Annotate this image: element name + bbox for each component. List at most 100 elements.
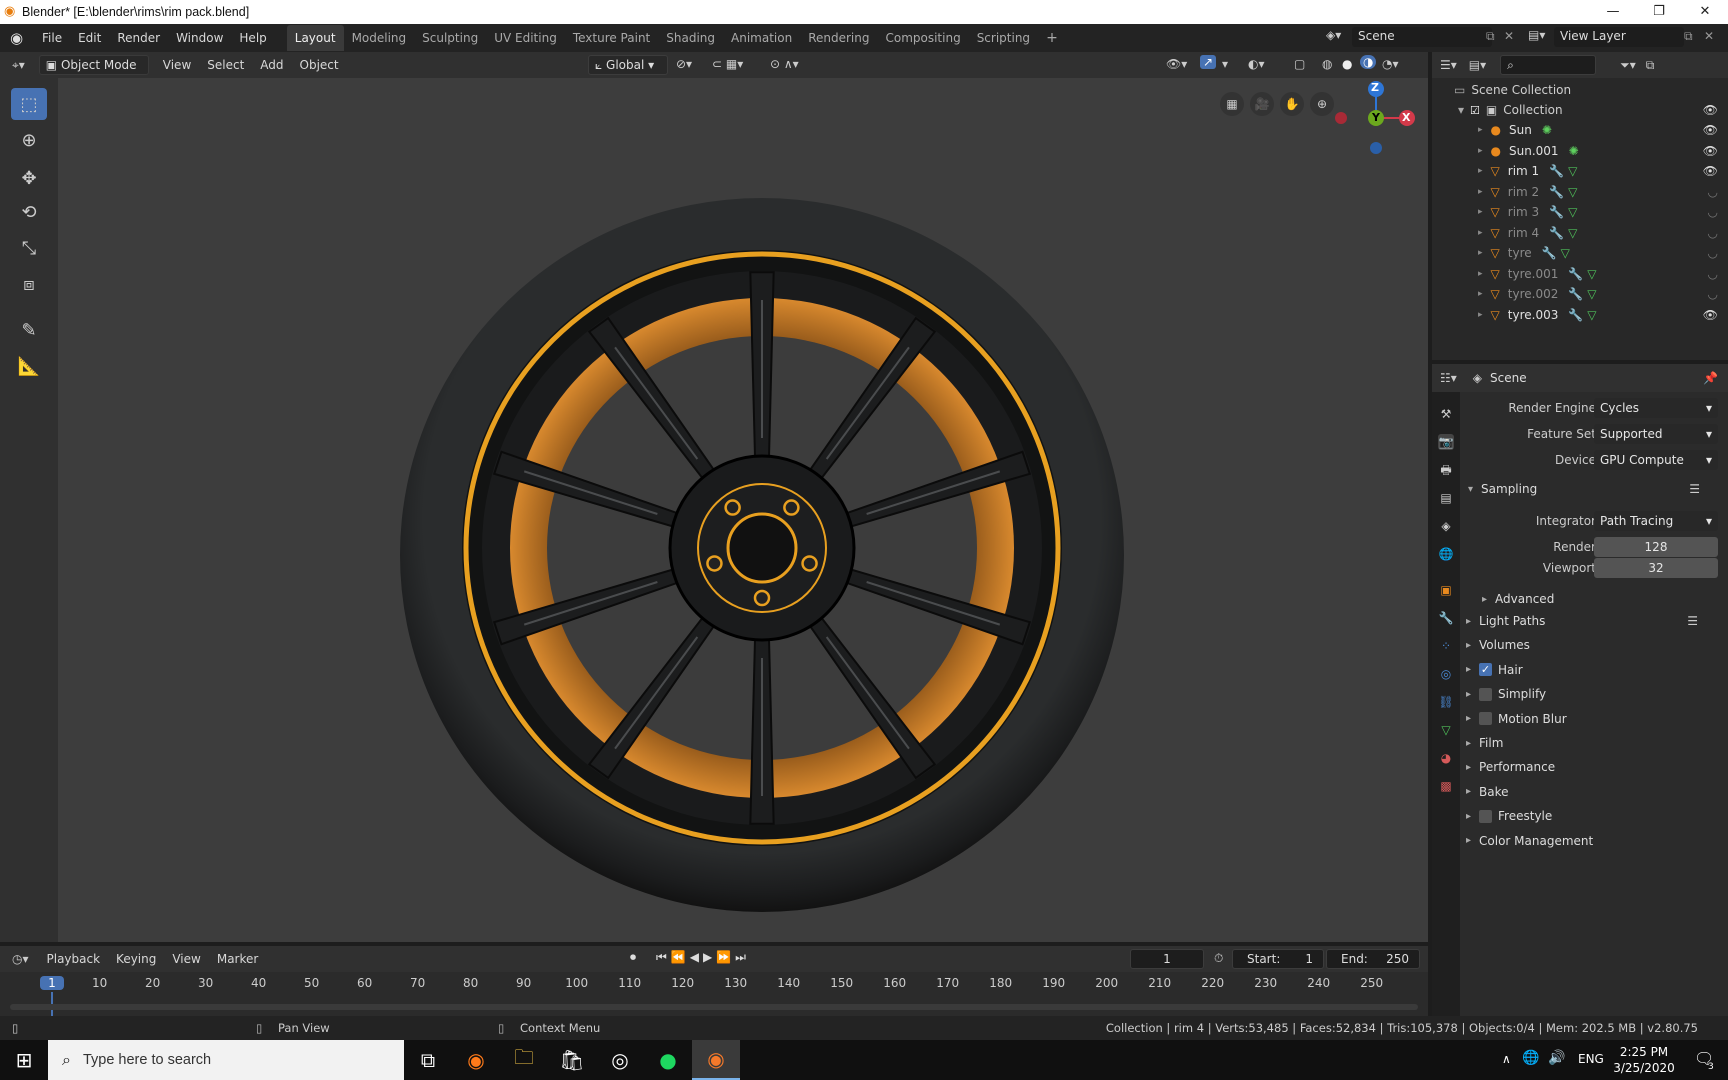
collapse-icon[interactable]: ▾ xyxy=(1458,103,1464,117)
outliner-search-input[interactable]: ⌕ xyxy=(1500,55,1597,75)
panel-light-paths[interactable]: ▸ Light Paths ☰ xyxy=(1466,614,1722,628)
advanced-subpanel[interactable]: ▸ Advanced xyxy=(1482,592,1554,606)
panel-film[interactable]: ▸ Film xyxy=(1466,736,1722,750)
menu-help[interactable]: Help xyxy=(231,25,274,51)
start-frame-field[interactable]: Start: 1 xyxy=(1232,949,1324,969)
timeline-editor-icon[interactable]: ◷▾ xyxy=(12,952,29,966)
outliner-item[interactable]: ▸ ● Sun.001 ✺ 👁 xyxy=(1432,141,1728,161)
annotate-tool-icon[interactable]: ✎ xyxy=(11,314,47,346)
feature-set-dropdown[interactable]: Supported ▾ xyxy=(1594,424,1718,444)
transform-tool-icon[interactable]: ⧈ xyxy=(11,268,47,300)
outliner-editor-icon[interactable]: ☰▾ xyxy=(1440,58,1457,72)
cursor-tool-icon[interactable]: ⊕ xyxy=(11,124,47,156)
menu-edit[interactable]: Edit xyxy=(70,25,109,51)
tab-rendering[interactable]: Rendering xyxy=(800,25,877,51)
data-tab-icon[interactable]: ▽ xyxy=(1438,722,1454,738)
taskbar-search[interactable]: ⌕ Type here to search xyxy=(48,1040,404,1080)
camera-view-icon[interactable]: 🎥 xyxy=(1250,92,1274,116)
remove-view-layer-icon[interactable]: ✕ xyxy=(1704,29,1714,43)
panel-checkbox[interactable]: ✓ xyxy=(1479,663,1493,677)
constraints-tab-icon[interactable]: ⛓ xyxy=(1438,694,1454,710)
solid-shading-icon[interactable]: ● xyxy=(1342,57,1352,71)
stopwatch-icon[interactable]: ⏱ xyxy=(1214,951,1223,966)
language-indicator[interactable]: ENG xyxy=(1578,1052,1604,1066)
outliner-item[interactable]: ▸ ▽ rim 2 🔧 ▽ ◡ xyxy=(1432,182,1728,202)
remove-scene-icon[interactable]: ✕ xyxy=(1504,29,1514,43)
expand-arrow-icon[interactable]: ▸ xyxy=(1478,289,1483,299)
expand-arrow-icon[interactable]: ▸ xyxy=(1478,187,1483,197)
minimize-button[interactable]: — xyxy=(1590,0,1636,24)
view-layer-tab-icon[interactable]: ▤ xyxy=(1438,490,1454,506)
rendered-shading-icon[interactable]: ◔▾ xyxy=(1382,57,1399,71)
add-workspace-button[interactable]: + xyxy=(1038,25,1066,51)
expand-arrow-icon[interactable]: ▸ xyxy=(1478,269,1483,279)
world-tab-icon[interactable]: 🌐 xyxy=(1438,546,1454,562)
grid-toggle-icon[interactable]: ▦ xyxy=(1220,92,1244,116)
properties-editor-icon[interactable]: ☷▾ xyxy=(1440,371,1457,385)
davinci-icon[interactable]: ◎ xyxy=(596,1040,644,1080)
outliner-item[interactable]: ▸ ▽ tyre.001 🔧 ▽ ◡ xyxy=(1432,264,1728,284)
timeline-menu-view[interactable]: View xyxy=(164,946,208,972)
new-collection-icon[interactable]: ⧉ xyxy=(1646,58,1655,73)
gizmo-dropdown-icon[interactable]: ▾ xyxy=(1222,57,1228,71)
close-button[interactable]: ✕ xyxy=(1682,0,1728,24)
tab-shading[interactable]: Shading xyxy=(658,25,723,51)
tray-chevron-icon[interactable]: ∧ xyxy=(1502,1052,1511,1066)
tab-texture-paint[interactable]: Texture Paint xyxy=(565,25,658,51)
eye-closed-icon[interactable]: ◡ xyxy=(1708,287,1718,301)
timeline-scrollbar[interactable] xyxy=(10,1004,1418,1010)
viewport-samples-field[interactable]: 32 xyxy=(1594,558,1718,578)
collection-checkbox-icon[interactable]: ☑ xyxy=(1470,104,1480,117)
rotate-tool-icon[interactable]: ⟲ xyxy=(11,196,47,228)
firefox-icon[interactable]: ◉ xyxy=(452,1040,500,1080)
blender-menu-icon[interactable]: ◉ xyxy=(10,29,30,47)
outliner-item[interactable]: ▸ ▽ rim 1 🔧 ▽ 👁 xyxy=(1432,161,1728,181)
playback-controls[interactable]: ⏮⏪◀▶⏩⏭ xyxy=(656,950,750,965)
pan-hand-icon[interactable]: ✋ xyxy=(1280,92,1304,116)
network-icon[interactable]: 🌐 xyxy=(1522,1050,1539,1066)
panel-performance[interactable]: ▸ Performance xyxy=(1466,760,1722,774)
outliner-scene-collection[interactable]: ▭ Scene Collection xyxy=(1432,80,1728,100)
gizmo-toggle-icon[interactable]: ↗ xyxy=(1200,55,1217,69)
panel-bake[interactable]: ▸ Bake xyxy=(1466,785,1722,799)
timeline-menu-playback[interactable]: Playback xyxy=(39,946,109,972)
presets-icon[interactable]: ☰ xyxy=(1687,614,1698,628)
wireframe-shading-icon[interactable]: ◍ xyxy=(1322,57,1332,71)
output-tab-icon[interactable]: 🖶 xyxy=(1438,462,1454,478)
outliner-item[interactable]: ▸ ▽ tyre.003 🔧 ▽ 👁 xyxy=(1432,305,1728,325)
view-layer-icon[interactable]: ▤▾ xyxy=(1528,28,1545,42)
spotify-icon[interactable]: ● xyxy=(644,1040,692,1080)
texture-tab-icon[interactable]: ▩ xyxy=(1438,778,1454,794)
menu-window[interactable]: Window xyxy=(168,25,231,51)
outliner-item[interactable]: ▸ ▽ tyre 🔧 ▽ ◡ xyxy=(1432,243,1728,263)
render-tab-icon[interactable]: 📷 xyxy=(1438,434,1454,450)
viewport-menu-add[interactable]: Add xyxy=(252,52,291,78)
render-engine-dropdown[interactable]: Cycles ▾ xyxy=(1594,398,1718,418)
move-tool-icon[interactable]: ✥ xyxy=(11,162,47,194)
viewport-menu-object[interactable]: Object xyxy=(292,52,347,78)
expand-arrow-icon[interactable]: ▸ xyxy=(1478,125,1483,135)
windows-start-icon[interactable]: ⊞ xyxy=(0,1040,48,1080)
timeline-area[interactable]: 1 10 20 30 40 50 60 70 80 90 100 110 120 130 140 150 160… xyxy=(0,972,1428,1016)
expand-arrow-icon[interactable]: ▸ xyxy=(1478,310,1483,320)
eye-icon[interactable]: 👁 xyxy=(1703,123,1718,137)
expand-arrow-icon[interactable]: ▸ xyxy=(1478,248,1483,258)
measure-tool-icon[interactable]: 📐 xyxy=(11,350,47,382)
tab-animation[interactable]: Animation xyxy=(723,25,800,51)
panel-checkbox[interactable] xyxy=(1479,712,1493,726)
store-icon[interactable]: 🛍 xyxy=(548,1040,596,1080)
3d-viewport[interactable]: ▦ 🎥 ✋ ⊕ Z X Y xyxy=(0,78,1428,942)
eye-closed-icon[interactable]: ◡ xyxy=(1708,267,1718,281)
new-scene-icon[interactable]: ⧉ xyxy=(1486,29,1495,44)
particles-tab-icon[interactable]: ⁘ xyxy=(1438,638,1454,654)
new-view-layer-icon[interactable]: ⧉ xyxy=(1684,29,1693,44)
panel-simplify[interactable]: ▸ Simplify xyxy=(1466,687,1722,701)
viewport-menu-select[interactable]: Select xyxy=(199,52,252,78)
timeline-menu-keying[interactable]: Keying xyxy=(108,946,164,972)
viewport-menu-view[interactable]: View xyxy=(155,52,199,78)
timeline-menu-marker[interactable]: Marker xyxy=(209,946,266,972)
volume-icon[interactable]: 🔊 xyxy=(1548,1050,1565,1066)
eye-icon[interactable]: 👁 xyxy=(1703,308,1718,322)
modifier-tab-icon[interactable]: 🔧 xyxy=(1438,610,1454,626)
mode-selector[interactable]: ▣ Object Mode ▾ xyxy=(38,55,149,90)
